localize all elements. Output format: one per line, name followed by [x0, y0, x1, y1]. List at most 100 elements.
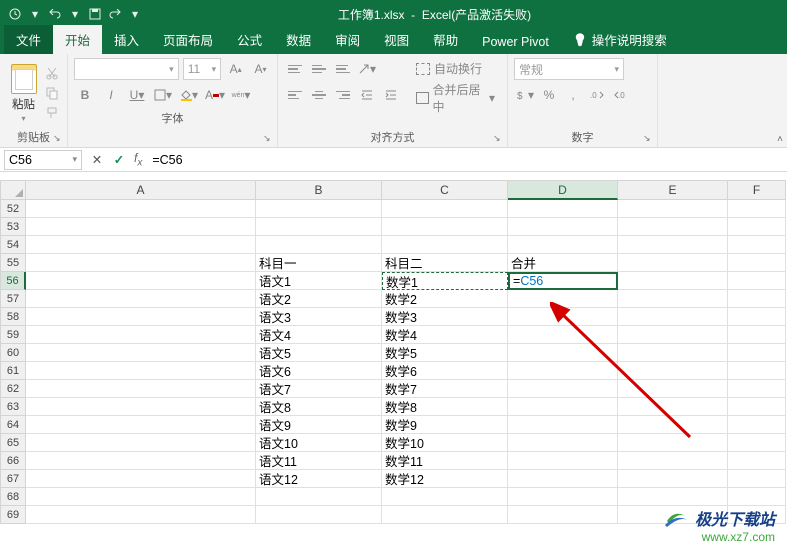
row-header[interactable]: 56: [0, 272, 26, 290]
cell-C58[interactable]: 数学3: [382, 308, 508, 326]
number-dialog-launcher[interactable]: ↘: [643, 133, 655, 145]
cell-C66[interactable]: 数学11: [382, 452, 508, 470]
decrease-decimal-icon[interactable]: .0: [610, 84, 632, 106]
cell-C57[interactable]: 数学2: [382, 290, 508, 308]
cell-C65[interactable]: 数学10: [382, 434, 508, 452]
increase-font-icon[interactable]: A▴: [225, 58, 246, 80]
cell-C60[interactable]: 数学5: [382, 344, 508, 362]
cell-D56-editing[interactable]: =C56: [508, 272, 618, 290]
cell-C55[interactable]: 科目二: [382, 254, 508, 272]
font-family-combo[interactable]: [74, 58, 179, 80]
row-header[interactable]: 60: [0, 344, 26, 362]
col-header-A[interactable]: A: [26, 180, 256, 200]
cancel-formula-button[interactable]: ✕: [86, 152, 108, 167]
font-color-button[interactable]: A▾: [204, 84, 226, 106]
cell-C59[interactable]: 数学4: [382, 326, 508, 344]
cell-B56[interactable]: 语文1: [256, 272, 382, 290]
merge-center-button[interactable]: 合并后居中 ▾: [410, 79, 501, 117]
col-header-E[interactable]: E: [618, 180, 728, 200]
undo-icon[interactable]: [48, 7, 62, 21]
row-header[interactable]: 65: [0, 434, 26, 452]
row-header[interactable]: 52: [0, 200, 26, 218]
row-header[interactable]: 63: [0, 398, 26, 416]
tab-help[interactable]: 帮助: [421, 25, 470, 54]
cell-D55[interactable]: 合并: [508, 254, 618, 272]
cell-C67[interactable]: 数学12: [382, 470, 508, 488]
col-header-C[interactable]: C: [382, 180, 508, 200]
select-all-corner[interactable]: [0, 180, 26, 200]
decrease-indent-icon[interactable]: [356, 84, 378, 106]
increase-indent-icon[interactable]: [380, 84, 402, 106]
cut-icon[interactable]: [45, 66, 61, 82]
copy-icon[interactable]: [45, 86, 61, 102]
formula-input[interactable]: =C56: [146, 153, 787, 167]
decrease-font-icon[interactable]: A▾: [250, 58, 271, 80]
cell-C56[interactable]: 数学1: [382, 272, 508, 290]
row-header[interactable]: 68: [0, 488, 26, 506]
autosave-icon[interactable]: [8, 7, 22, 21]
phonetic-guide-button[interactable]: wén▾: [230, 84, 252, 106]
align-left-icon[interactable]: [284, 85, 306, 105]
cell-B61[interactable]: 语文6: [256, 362, 382, 380]
cell-B67[interactable]: 语文12: [256, 470, 382, 488]
row-header[interactable]: 64: [0, 416, 26, 434]
align-middle-icon[interactable]: [308, 59, 330, 79]
tab-formulas[interactable]: 公式: [225, 25, 274, 54]
percent-icon[interactable]: %: [538, 84, 560, 106]
cell-C61[interactable]: 数学6: [382, 362, 508, 380]
cell-C63[interactable]: 数学8: [382, 398, 508, 416]
col-header-B[interactable]: B: [256, 180, 382, 200]
cell-B60[interactable]: 语文5: [256, 344, 382, 362]
align-top-icon[interactable]: [284, 59, 306, 79]
row-header[interactable]: 62: [0, 380, 26, 398]
cell-B66[interactable]: 语文11: [256, 452, 382, 470]
italic-button[interactable]: I: [100, 84, 122, 106]
number-format-combo[interactable]: 常规: [514, 58, 624, 80]
ribbon-collapse-icon[interactable]: ˄: [777, 134, 783, 145]
align-right-icon[interactable]: [332, 85, 354, 105]
tab-page-layout[interactable]: 页面布局: [151, 25, 225, 54]
underline-button[interactable]: U▾: [126, 84, 148, 106]
row-header[interactable]: 54: [0, 236, 26, 254]
chevron-down-icon[interactable]: ▾: [28, 7, 42, 21]
row-header[interactable]: 67: [0, 470, 26, 488]
cell-C62[interactable]: 数学7: [382, 380, 508, 398]
tab-insert[interactable]: 插入: [102, 25, 151, 54]
row-header[interactable]: 53: [0, 218, 26, 236]
save-icon[interactable]: [88, 7, 102, 21]
tab-view[interactable]: 视图: [372, 25, 421, 54]
cell-B65[interactable]: 语文10: [256, 434, 382, 452]
wrap-text-button[interactable]: 自动换行: [410, 58, 501, 79]
comma-style-icon[interactable]: ,: [562, 84, 584, 106]
cell-B57[interactable]: 语文2: [256, 290, 382, 308]
row-header[interactable]: 58: [0, 308, 26, 326]
row-header[interactable]: 66: [0, 452, 26, 470]
fill-color-button[interactable]: ▾: [178, 84, 200, 106]
cell-B58[interactable]: 语文3: [256, 308, 382, 326]
qat-customize-icon[interactable]: ▾: [128, 7, 142, 21]
cell-B62[interactable]: 语文7: [256, 380, 382, 398]
tab-file[interactable]: 文件: [4, 25, 53, 54]
tab-review[interactable]: 审阅: [323, 25, 372, 54]
row-header[interactable]: 57: [0, 290, 26, 308]
row-header[interactable]: 59: [0, 326, 26, 344]
tab-power-pivot[interactable]: Power Pivot: [470, 30, 561, 54]
row-header[interactable]: 55: [0, 254, 26, 272]
cell-B59[interactable]: 语文4: [256, 326, 382, 344]
row-header[interactable]: 69: [0, 506, 26, 524]
row-header[interactable]: 61: [0, 362, 26, 380]
border-button[interactable]: ▾: [152, 84, 174, 106]
bold-button[interactable]: B: [74, 84, 96, 106]
paste-button[interactable]: 粘贴 ▾: [6, 64, 41, 123]
align-center-icon[interactable]: [308, 85, 330, 105]
clipboard-dialog-launcher[interactable]: ↘: [53, 133, 65, 145]
cell-C64[interactable]: 数学9: [382, 416, 508, 434]
redo-icon[interactable]: [108, 7, 122, 21]
format-painter-icon[interactable]: [45, 106, 61, 122]
chevron-down-icon[interactable]: ▾: [68, 7, 82, 21]
spreadsheet-grid[interactable]: A B C D E F 52 53 54 55科目一科目二合并 56语文1数学1…: [0, 180, 787, 524]
align-dialog-launcher[interactable]: ↘: [493, 133, 505, 145]
tab-home[interactable]: 开始: [53, 25, 102, 54]
font-size-combo[interactable]: 11: [183, 58, 221, 80]
tell-me-search[interactable]: 操作说明搜索: [561, 25, 679, 54]
